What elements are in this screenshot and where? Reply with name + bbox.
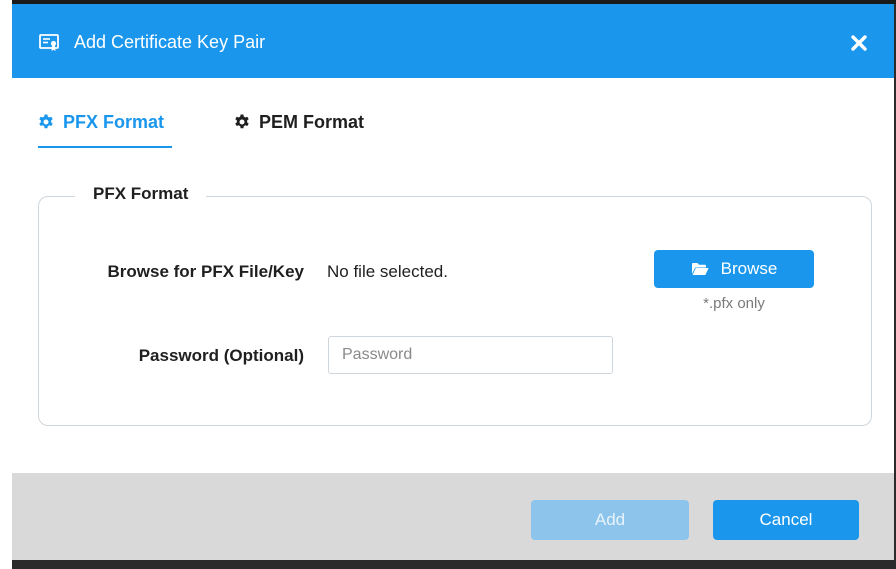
pfx-format-fieldset: PFX Format Browse for PFX File/Key No fi… xyxy=(38,184,872,426)
background-left-edge xyxy=(0,0,12,569)
add-certificate-dialog: Add Certificate Key Pair PFX Format PEM … xyxy=(12,4,894,560)
dialog-footer: Add Cancel xyxy=(12,473,894,560)
browse-button-label: Browse xyxy=(720,259,778,278)
password-input[interactable] xyxy=(328,336,613,374)
tab-label: PEM Format xyxy=(259,112,365,132)
password-label: Password (Optional) xyxy=(138,346,304,365)
dialog-header: Add Certificate Key Pair xyxy=(12,4,894,78)
dialog-title: Add Certificate Key Pair xyxy=(74,32,266,52)
browse-button[interactable]: Browse xyxy=(654,250,814,288)
gear-icon xyxy=(39,114,53,129)
folder-open-icon xyxy=(691,263,709,275)
file-type-hint: *.pfx only xyxy=(703,295,765,312)
cancel-button[interactable]: Cancel xyxy=(713,500,859,540)
fieldset-legend: PFX Format xyxy=(75,184,207,204)
tab-pfx-format[interactable]: PFX Format xyxy=(38,104,172,148)
close-button[interactable] xyxy=(844,28,874,58)
format-tabs: PFX Format PEM Format xyxy=(38,104,438,150)
add-button[interactable]: Add xyxy=(531,500,689,540)
close-icon xyxy=(851,35,867,51)
browse-file-label: Browse for PFX File/Key xyxy=(107,262,305,281)
file-status-text: No file selected. xyxy=(327,262,448,281)
tab-pem-format[interactable]: PEM Format xyxy=(234,104,384,148)
gear-icon xyxy=(235,114,249,129)
tab-label: PFX Format xyxy=(63,112,165,132)
certificate-icon xyxy=(39,34,59,51)
